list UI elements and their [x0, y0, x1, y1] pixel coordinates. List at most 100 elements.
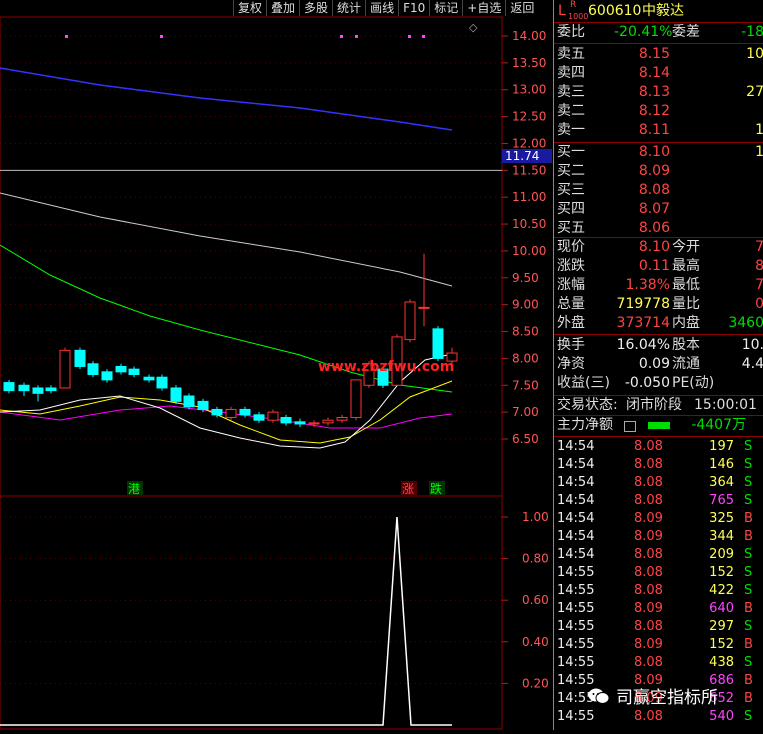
- ask-label: 卖五: [557, 46, 585, 62]
- candle-body[interactable]: [115, 365, 127, 373]
- stats-value: 16.04%: [616, 337, 670, 353]
- tick-side: S: [744, 493, 753, 508]
- status-time: 15:00:01: [694, 397, 757, 413]
- candle-body[interactable]: [183, 395, 195, 408]
- candle-body[interactable]: [143, 376, 155, 381]
- candle-body[interactable]: [87, 363, 99, 376]
- toolbar-add-watchlist[interactable]: +自选: [462, 0, 505, 16]
- ask-row[interactable]: 卖三 8.13 27: [554, 83, 763, 102]
- toolbar-back[interactable]: 返回: [505, 0, 538, 16]
- kline-chart[interactable]: 14.00 13.50 13.00 12.50 12.00 11.50 11.00 10.50…: [0, 0, 553, 730]
- stock-code: 600610: [588, 3, 642, 19]
- ask-row[interactable]: 卖五 8.15 10: [554, 45, 763, 64]
- ask-volume: 10: [746, 46, 763, 62]
- tick-volume: 438: [709, 655, 734, 670]
- weibi-label: 委比: [557, 24, 585, 40]
- bid-price: 8.07: [638, 201, 670, 217]
- ask-price: 8.13: [638, 84, 670, 100]
- bid-price: 8.10: [638, 144, 670, 160]
- tick-time: 14:55: [557, 583, 595, 598]
- price-tick-label: 6.50: [512, 432, 539, 446]
- bid-label: 买四: [557, 201, 585, 217]
- stats-value-2: 4.4: [741, 356, 763, 372]
- bid-row[interactable]: 买五 8.06: [554, 219, 763, 238]
- bid-row[interactable]: 买二 8.09: [554, 162, 763, 181]
- diamond-icon[interactable]: ◇: [469, 21, 478, 34]
- price-tick-label: 8.00: [512, 351, 539, 365]
- candle-body[interactable]: [308, 422, 320, 425]
- tick-side: S: [744, 619, 753, 634]
- candle-body[interactable]: [128, 368, 140, 376]
- candle-body[interactable]: [432, 328, 444, 359]
- candle-body[interactable]: [170, 387, 182, 402]
- candle-body[interactable]: [18, 384, 30, 392]
- bid-price: 8.06: [638, 220, 670, 236]
- candle-body[interactable]: [322, 419, 334, 424]
- stats-row: 收益(三) -0.050 PE(动): [554, 374, 763, 393]
- ma-long-grey: [0, 192, 453, 287]
- tick-row: 14:55 8.08 540 S: [554, 708, 763, 726]
- toolbar-overlay[interactable]: 叠加: [266, 0, 299, 16]
- ask-row[interactable]: 卖四 8.14: [554, 64, 763, 83]
- price-pane-frame: [0, 16, 503, 497]
- candle-body[interactable]: [59, 349, 71, 389]
- indicator-line: [0, 516, 452, 726]
- candle-body[interactable]: [32, 387, 44, 394]
- bid-row[interactable]: 买一 8.10 1: [554, 143, 763, 162]
- quote-label-2: 量比: [672, 296, 700, 312]
- tick-row: 14:54 8.08 209 S: [554, 546, 763, 564]
- candle-body[interactable]: [253, 414, 265, 421]
- price-tick-label: 13.50: [512, 56, 546, 70]
- toolbar-restore-right[interactable]: 复权: [233, 0, 266, 16]
- toolbar-stats[interactable]: 统计: [332, 0, 365, 16]
- netflow-row: 主力净额 -4407万: [554, 416, 763, 435]
- candle-body[interactable]: [211, 408, 223, 416]
- candle-body[interactable]: [239, 408, 251, 416]
- tick-volume: 540: [709, 709, 734, 724]
- bid-row[interactable]: 买四 8.07: [554, 200, 763, 219]
- candle-body[interactable]: [294, 421, 306, 425]
- ask-volume: 27: [746, 84, 763, 100]
- quote-label: 总量: [557, 296, 585, 312]
- candle-body[interactable]: [225, 408, 237, 419]
- toolbar-multi-stock[interactable]: 多股: [299, 0, 332, 16]
- bid-row[interactable]: 买三 8.08: [554, 181, 763, 200]
- netflow-label: 主力净额: [557, 417, 613, 433]
- candle-body[interactable]: [74, 349, 86, 367]
- candle-body[interactable]: [101, 371, 113, 381]
- candle-body[interactable]: [45, 387, 57, 392]
- candle-body[interactable]: [418, 306, 430, 309]
- tick-row: 14:54 8.09 325 B: [554, 510, 763, 528]
- candle-body[interactable]: [280, 417, 292, 424]
- kline-chart-canvas[interactable]: 14.0013.5013.0012.5012.0011.5011.0010.50…: [0, 0, 553, 730]
- ma-long-blue: [0, 67, 453, 131]
- weicha-value: -18: [741, 24, 763, 40]
- weibi-row: 委比 -20.41% 委差 -18: [554, 23, 763, 42]
- candle-body[interactable]: [267, 411, 279, 421]
- bid-label: 买五: [557, 220, 585, 236]
- candle-body[interactable]: [404, 301, 416, 341]
- list-icon[interactable]: [624, 421, 636, 432]
- toolbar-f10[interactable]: F10: [398, 0, 429, 16]
- toolbar-mark[interactable]: 标记: [429, 0, 462, 16]
- tick-price: 8.09: [634, 529, 663, 544]
- stock-name: 中毅达: [642, 3, 684, 19]
- netflow-bar: [648, 422, 670, 429]
- candle-body[interactable]: [336, 417, 348, 421]
- candle-body[interactable]: [3, 382, 15, 392]
- candle-body[interactable]: [156, 376, 168, 389]
- candle-body[interactable]: [197, 400, 209, 410]
- toolbar-draw[interactable]: 画线: [365, 0, 398, 16]
- tick-row: 14:54 8.08 364 S: [554, 474, 763, 492]
- candle-body[interactable]: [350, 379, 362, 419]
- tick-side: B: [744, 691, 753, 706]
- tick-row: 14:54 8.08 765 S: [554, 492, 763, 510]
- price-tick-label: 13.00: [512, 83, 546, 97]
- quote-label-2: 内盘: [672, 315, 700, 331]
- ask-row[interactable]: 卖二 8.12: [554, 102, 763, 121]
- tick-volume: 640: [709, 601, 734, 616]
- ask-row[interactable]: 卖一 8.11 1: [554, 121, 763, 140]
- netflow-value: -4407万: [691, 417, 746, 433]
- signal-dot: [65, 35, 68, 38]
- tick-side: B: [744, 529, 753, 544]
